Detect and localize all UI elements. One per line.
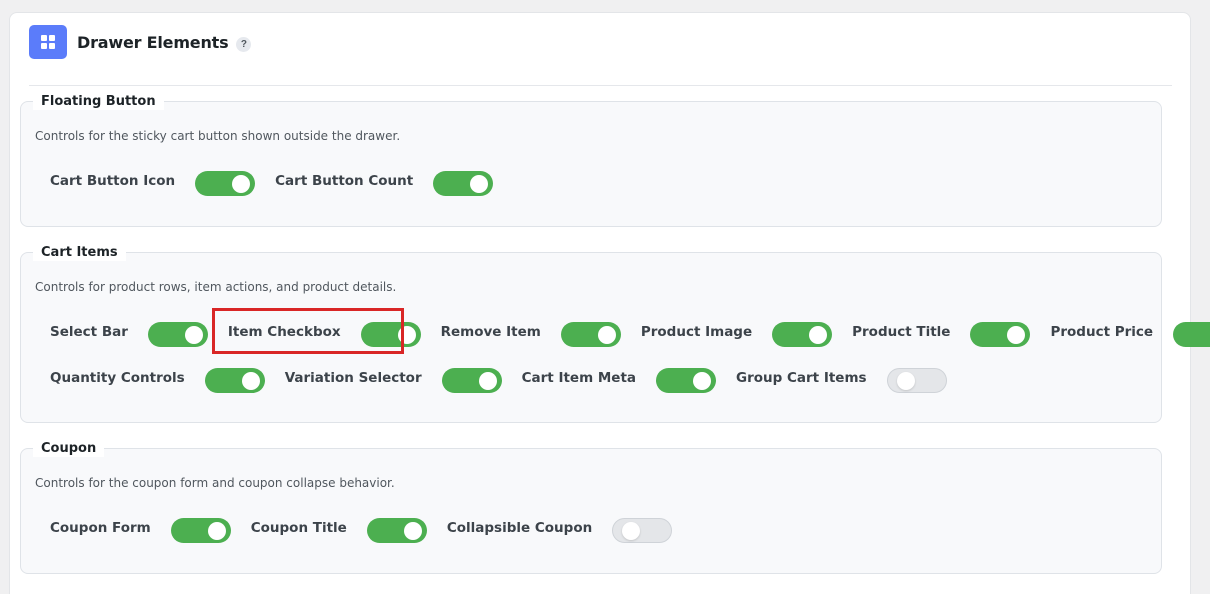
group-floating-button: Floating Button Controls for the sticky … [20, 94, 1162, 227]
toggle-row: Select Bar Item Checkbox Remove Item Pro… [50, 322, 1210, 347]
toggle-item-variation-selector: Variation Selector [285, 368, 502, 393]
toggle-row: Cart Button Icon Cart Button Count [50, 171, 513, 196]
cart-button-icon-switch[interactable] [195, 171, 256, 196]
toggle-item-cart-item-meta: Cart Item Meta [521, 368, 717, 393]
panel-header: Drawer Elements ? [29, 25, 1172, 86]
toggle-label: Quantity Controls [50, 369, 185, 386]
toggle-label: Coupon Form [50, 519, 151, 536]
switch-knob [597, 325, 616, 344]
toggle-label: Remove Item [440, 323, 541, 340]
toggle-label: Item Checkbox [227, 323, 341, 340]
product-title-switch[interactable] [970, 322, 1031, 347]
toggle-label: Product Image [640, 323, 753, 340]
switch-knob [403, 521, 422, 540]
group-cart-items: Cart Items Controls for product rows, it… [20, 245, 1210, 423]
toggle-item-product-price: Product Price [1050, 322, 1210, 347]
quantity-controls-switch[interactable] [204, 368, 265, 393]
group-description: Controls for the coupon form and coupon … [35, 476, 395, 490]
coupon-form-switch[interactable] [170, 518, 231, 543]
help-icon[interactable]: ? [236, 37, 252, 52]
toggle-label: Group Cart Items [736, 369, 867, 386]
group-description: Controls for the sticky cart button show… [35, 129, 401, 143]
product-price-switch[interactable] [1173, 322, 1210, 347]
page-title: Drawer Elements [77, 33, 229, 52]
toggle-item-select-bar: Select Bar [50, 322, 208, 347]
group-title: Coupon [33, 441, 105, 457]
switch-knob [622, 521, 641, 540]
switch-knob [809, 325, 828, 344]
toggle-label: Collapsible Coupon [446, 519, 593, 536]
toggle-label: Cart Button Count [275, 172, 414, 189]
toggle-label: Product Title [852, 323, 951, 340]
group-coupon: Coupon Controls for the coupon form and … [20, 441, 1162, 574]
group-description: Controls for product rows, item actions,… [35, 280, 397, 294]
switch-knob [470, 174, 489, 193]
collapsible-coupon-switch[interactable] [612, 518, 673, 543]
item-checkbox-switch[interactable] [360, 322, 421, 347]
select-bar-switch[interactable] [147, 322, 208, 347]
toggle-item-quantity-controls: Quantity Controls [50, 368, 265, 393]
product-image-switch[interactable] [772, 322, 833, 347]
group-cart-items-switch[interactable] [886, 368, 947, 393]
switch-knob [896, 371, 915, 390]
switch-knob [478, 371, 497, 390]
switch-knob [1007, 325, 1026, 344]
group-title: Cart Items [33, 245, 126, 261]
coupon-title-switch[interactable] [366, 518, 427, 543]
toggle-label: Product Price [1050, 323, 1154, 340]
toggle-label: Cart Item Meta [521, 369, 637, 386]
toggle-label: Variation Selector [284, 369, 422, 386]
toggle-item-product-image: Product Image [640, 322, 833, 347]
group-title: Floating Button [33, 94, 164, 110]
grid-icon [29, 25, 67, 59]
toggle-row: Quantity Controls Variation Selector Car… [50, 368, 967, 393]
toggle-item-group-cart-items: Group Cart Items [736, 368, 947, 393]
toggle-item-product-title: Product Title [852, 322, 1031, 347]
cart-button-count-switch[interactable] [433, 171, 494, 196]
toggle-label: Coupon Title [250, 519, 347, 536]
switch-knob [184, 325, 203, 344]
switch-knob [207, 521, 226, 540]
switch-knob [241, 371, 260, 390]
toggle-label: Cart Button Icon [50, 172, 176, 189]
toggle-item-cart-button-count: Cart Button Count [275, 171, 494, 196]
variation-selector-switch[interactable] [441, 368, 502, 393]
toggle-item-remove-item: Remove Item [441, 322, 621, 347]
switch-knob [693, 371, 712, 390]
cart-item-meta-switch[interactable] [656, 368, 717, 393]
remove-item-switch[interactable] [560, 322, 621, 347]
toggle-item-item-checkbox: Item Checkbox [228, 322, 421, 347]
toggle-item-collapsible-coupon: Collapsible Coupon [446, 518, 673, 543]
toggle-label: Select Bar [50, 323, 128, 340]
toggle-item-coupon-title: Coupon Title [251, 518, 427, 543]
toggle-item-coupon-form: Coupon Form [50, 518, 231, 543]
toggle-row: Coupon Form Coupon Title Collapsible Cou… [50, 518, 692, 543]
toggle-item-cart-button-icon: Cart Button Icon [50, 171, 256, 196]
switch-knob [232, 174, 251, 193]
switch-knob [397, 325, 416, 344]
